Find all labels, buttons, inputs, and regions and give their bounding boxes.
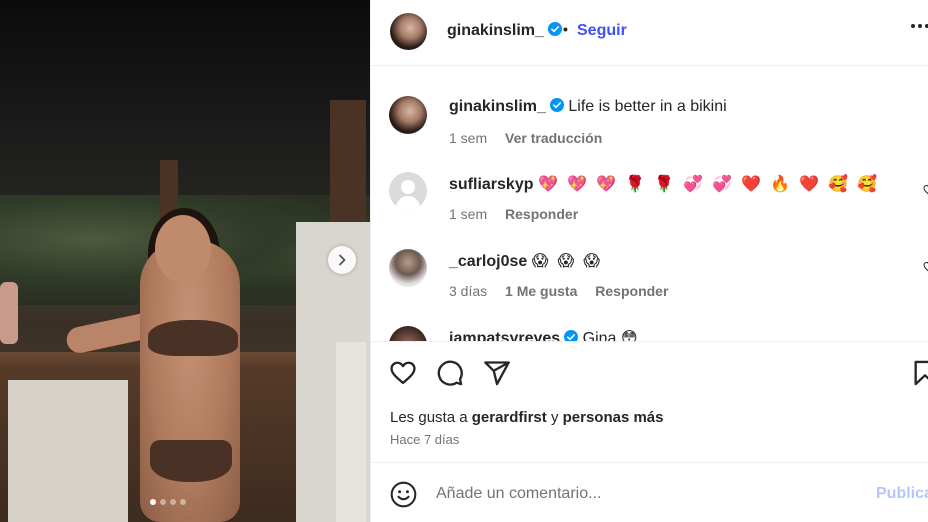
comment-meta: 3 días 1 Me gusta Responder: [449, 283, 668, 299]
carousel-dot: [180, 499, 186, 505]
comment-text: 💖 💖 💖 🌹 🌹 💞 💞 ❤️ 🔥 ❤️ 🥰 🥰: [537, 174, 879, 193]
comment-composer: Publicar: [371, 463, 928, 522]
comment-username[interactable]: iampatsyreyes: [449, 330, 560, 341]
post-sidebar: ginakinslim_ • Seguir ginakinslim_ Life …: [370, 0, 928, 522]
comment-icon[interactable]: [436, 359, 464, 387]
comment-likes[interactable]: 1 Me gusta: [505, 283, 577, 299]
avatar[interactable]: [389, 326, 427, 341]
comment-age: 1 sem: [449, 206, 488, 222]
liked-by-others[interactable]: personas más: [563, 409, 664, 426]
comment-text-row: sufliarskyp 💖 💖 💖 🌹 🌹 💞 💞 ❤️ 🔥 ❤️ 🥰 🥰: [449, 174, 879, 194]
carousel-dot: [160, 499, 166, 505]
media-counter-front: [8, 380, 128, 522]
media-beam: [330, 100, 366, 230]
translate-link[interactable]: Ver traducción: [505, 130, 602, 146]
share-icon[interactable]: [483, 359, 511, 387]
more-icon[interactable]: [911, 24, 928, 28]
comment-text-row: iampatsyreyes Gina 😳: [449, 328, 638, 341]
comment-username[interactable]: _carloj0se: [449, 253, 527, 270]
caption-meta: 1 sem Ver traducción: [449, 130, 602, 146]
follow-button[interactable]: Seguir: [577, 22, 627, 40]
liked-by-text: Les gusta a gerardfirst y personas más: [390, 409, 664, 426]
post-header: ginakinslim_ • Seguir: [371, 0, 928, 66]
media-bag: [0, 282, 18, 344]
reply-button[interactable]: Responder: [595, 283, 668, 299]
media-background-roof: [0, 0, 370, 200]
liked-by-connector: y: [550, 409, 559, 426]
reply-button[interactable]: Responder: [505, 206, 578, 222]
carousel-indicator: [150, 499, 186, 505]
caption-text: Life is better in a bikini: [568, 98, 727, 115]
bookmark-icon[interactable]: [911, 359, 928, 387]
emoji-icon[interactable]: [390, 481, 417, 508]
comment-age: 3 días: [449, 283, 488, 299]
heart-icon[interactable]: [923, 261, 928, 273]
heart-icon[interactable]: [923, 184, 928, 196]
avatar[interactable]: [389, 249, 427, 287]
comments-list[interactable]: ginakinslim_ Life is better in a bikini …: [371, 67, 928, 341]
carousel-dot: [170, 499, 176, 505]
chevron-right-icon: [339, 254, 346, 266]
media-bikini-top: [148, 320, 238, 356]
comment-input[interactable]: [436, 483, 866, 505]
comment-text-row: _carloj0se 😱 😱 😱: [449, 251, 602, 271]
post-media[interactable]: [0, 0, 370, 522]
post-timestamp[interactable]: Hace 7 días: [390, 432, 459, 447]
comment-meta: 1 sem Responder: [449, 206, 578, 222]
header-separator: •: [563, 21, 568, 37]
media-bikini-bottom: [150, 440, 232, 482]
publish-button[interactable]: Publicar: [876, 485, 928, 503]
author-username[interactable]: ginakinslim_: [447, 22, 544, 39]
caption-text-row: ginakinslim_ Life is better in a bikini: [449, 98, 727, 116]
caption-username[interactable]: ginakinslim_: [449, 98, 546, 115]
verified-icon: [564, 330, 579, 341]
comment-username[interactable]: sufliarskyp: [449, 176, 533, 193]
author-avatar[interactable]: [390, 13, 427, 50]
author-avatar[interactable]: [389, 96, 427, 134]
avatar[interactable]: [389, 172, 427, 210]
author-username-row[interactable]: ginakinslim_: [447, 22, 562, 40]
carousel-next-button[interactable]: [328, 246, 356, 274]
heart-icon[interactable]: [389, 359, 417, 387]
verified-icon: [547, 22, 562, 36]
liked-by-prefix: Les gusta a: [390, 409, 468, 426]
verified-icon: [549, 98, 564, 112]
carousel-dot: [150, 499, 156, 505]
caption-age: 1 sem: [449, 130, 488, 146]
media-figure-head: [155, 215, 211, 283]
comment-text: Gina 😳: [582, 330, 638, 341]
post-actions: Les gusta a gerardfirst y personas más H…: [371, 341, 928, 463]
liked-by-user[interactable]: gerardfirst: [472, 409, 547, 426]
comment-text: 😱 😱 😱: [531, 251, 602, 270]
